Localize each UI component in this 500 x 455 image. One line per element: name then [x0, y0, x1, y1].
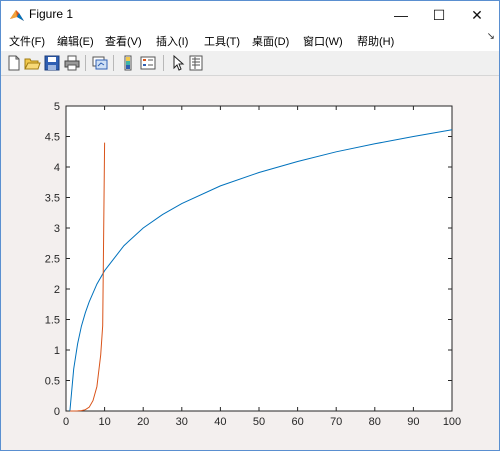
dock-figure-icon[interactable]: ↘ — [487, 31, 495, 42]
x-tick-label: 10 — [98, 416, 110, 428]
y-tick-label: 3 — [54, 223, 60, 235]
y-tick-label: 5 — [54, 101, 60, 113]
menu-view[interactable]: 查看(V) — [105, 33, 142, 49]
save-icon[interactable] — [43, 54, 61, 72]
figure-canvas[interactable]: 0 10 20 30 40 50 60 70 80 90 100 0 0.5 1 1.5 2 2.5 3 3.5 4 4… — [2, 76, 498, 450]
property-inspector-icon[interactable] — [187, 54, 205, 72]
x-tick-label: 60 — [291, 416, 303, 428]
menu-desktop[interactable]: 桌面(D) — [252, 33, 289, 49]
insert-legend-icon[interactable] — [139, 54, 157, 72]
toolbar-separator — [113, 55, 114, 71]
close-icon: ✕ — [471, 7, 483, 23]
menu-edit[interactable]: 编辑(E) — [57, 33, 94, 49]
y-tick-label: 1 — [54, 345, 60, 357]
x-tick-label: 90 — [407, 416, 419, 428]
minimize-button[interactable]: — — [383, 1, 419, 29]
matlab-logo-icon — [10, 10, 24, 21]
menu-file[interactable]: 文件(F) — [9, 33, 45, 49]
axes-box[interactable] — [65, 105, 453, 412]
title-bar[interactable]: Figure 1 — ☐ ✕ — [1, 1, 499, 29]
new-figure-icon[interactable] — [5, 54, 23, 72]
menu-help[interactable]: 帮助(H) — [357, 33, 394, 49]
window-title: Figure 1 — [29, 7, 74, 21]
y-tick-label: 3.5 — [45, 193, 60, 205]
y-tick-label: 2 — [54, 284, 60, 296]
minimize-icon: — — [394, 7, 408, 23]
menu-insert[interactable]: 插入(I) — [156, 33, 188, 49]
maximize-button[interactable]: ☐ — [421, 1, 457, 29]
y-tick-label: 2.5 — [45, 254, 60, 266]
x-tick-label: 0 — [63, 416, 69, 428]
y-tick-label: 0 — [54, 406, 60, 418]
menu-bar: 文件(F) 编辑(E) 查看(V) 插入(I) 工具(T) 桌面(D) 窗口(W… — [1, 29, 499, 51]
figure-window: Figure 1 — ☐ ✕ 文件(F) 编辑(E) 查看(V) 插入(I) 工… — [0, 0, 500, 451]
x-tick-label: 70 — [330, 416, 342, 428]
x-tick-label: 40 — [214, 416, 226, 428]
print-icon[interactable] — [63, 54, 81, 72]
maximize-icon: ☐ — [432, 7, 446, 23]
x-tick-label: 80 — [369, 416, 381, 428]
y-tick-label: 4.5 — [45, 132, 60, 144]
toolbar-separator — [85, 55, 86, 71]
line-plot[interactable]: 0 10 20 30 40 50 60 70 80 90 100 0 0.5 1 1.5 2 2.5 3 3.5 4 4… — [2, 76, 498, 450]
x-tick-label: 100 — [443, 416, 461, 428]
y-tick-label: 0.5 — [45, 376, 60, 388]
edit-plot-pointer-icon[interactable] — [169, 54, 187, 72]
x-tick-label: 30 — [176, 416, 188, 428]
insert-colorbar-icon[interactable] — [119, 54, 137, 72]
toolbar-separator — [163, 55, 164, 71]
open-file-icon[interactable] — [23, 54, 41, 72]
link-plot-icon[interactable] — [91, 54, 109, 72]
close-button[interactable]: ✕ — [459, 1, 495, 29]
y-tick-label: 1.5 — [45, 315, 60, 327]
menu-tools[interactable]: 工具(T) — [204, 33, 240, 49]
menu-window[interactable]: 窗口(W) — [303, 33, 343, 49]
y-tick-label: 4 — [54, 162, 60, 174]
x-tick-label: 50 — [253, 416, 265, 428]
figure-toolbar — [1, 51, 499, 76]
x-tick-label: 20 — [137, 416, 149, 428]
